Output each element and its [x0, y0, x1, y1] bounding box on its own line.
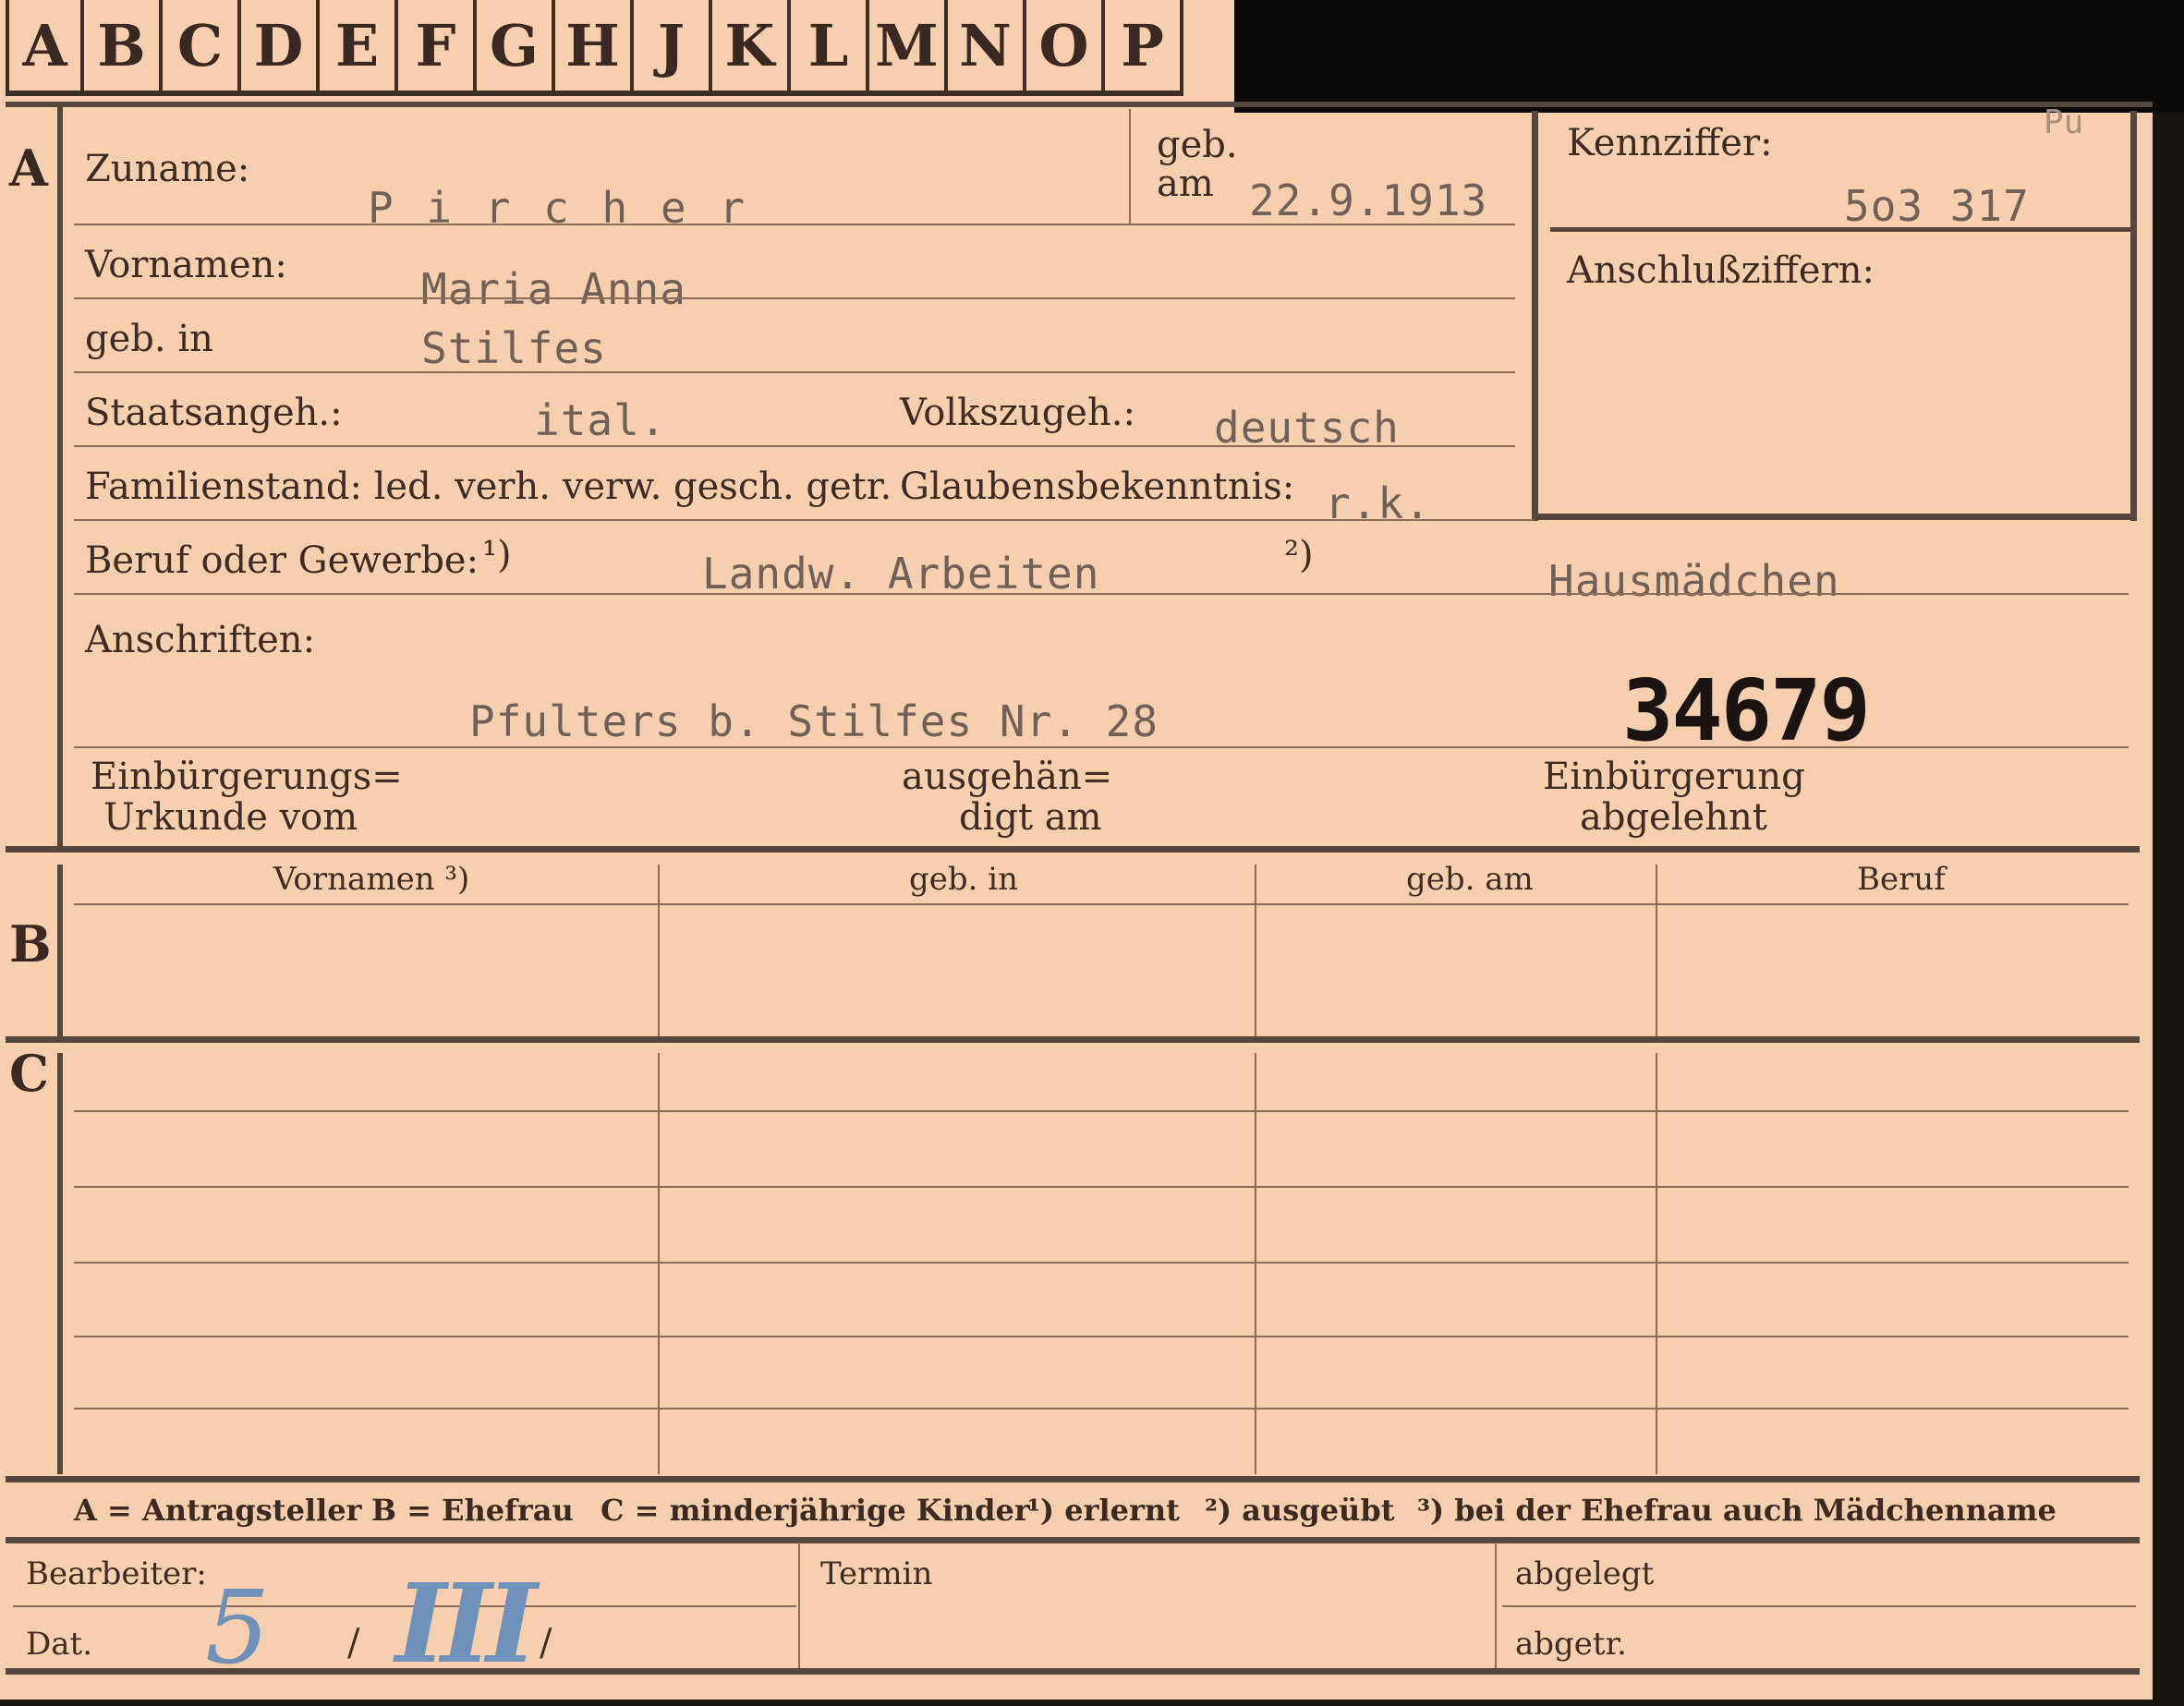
anschlussziffern-label: Anschlußziffern:: [1567, 249, 1875, 292]
alphabet-tab-k: K: [712, 0, 791, 96]
staatsangeh-label: Staatsangeh.:: [85, 392, 343, 434]
abgetr-label: abgetr.: [1515, 1626, 1627, 1663]
ausgehaendigt-line2: digt am: [959, 796, 1102, 839]
table-b-header-geb-am: geb. am: [1406, 861, 1534, 898]
beruf-value-1: Landw. Arbeiten: [702, 549, 1100, 599]
legend-note-1: ¹) erlernt: [1027, 1493, 1180, 1528]
staatsangeh-value: ital.: [534, 395, 667, 445]
einbuergerung-abgelehnt-line2: abgelehnt: [1580, 796, 1767, 839]
dat-separator-1: /: [347, 1622, 360, 1664]
alphabet-tab-g: G: [477, 0, 555, 96]
scan-background-corner: [1234, 0, 2184, 113]
alphabet-tab-f: F: [398, 0, 477, 96]
familienstand-label: Familienstand: led. verh. verw. gesch. g…: [85, 466, 892, 508]
anschriften-value: Pfulters b. Stilfes Nr. 28: [469, 696, 1159, 746]
kennziffer-box-bottom: [1532, 514, 2136, 520]
alphabet-tab-m: M: [869, 0, 948, 96]
dat-separator-2: /: [540, 1622, 552, 1664]
geb-label: geb.: [1157, 124, 1238, 166]
anschriften-label: Anschriften:: [85, 619, 316, 661]
kennziffer-label: Kennziffer:: [1567, 122, 1773, 164]
volkszugeh-label: Volkszugeh.:: [900, 392, 1135, 434]
termin-label: Termin: [820, 1555, 933, 1592]
legend-c: C = minderjährige Kinder: [601, 1493, 1030, 1528]
geb-am-value: 22.9.1913: [1249, 175, 1488, 225]
table-b-header-geb-in: geb. in: [909, 861, 1019, 898]
glaubensbekenntnis-label: Glaubensbekenntnis:: [900, 466, 1295, 508]
alphabet-tab-j: J: [634, 0, 712, 96]
kennziffer-note: Pu: [2044, 103, 2084, 141]
beruf-mark-1: ¹): [482, 534, 512, 576]
geb-in-label: geb. in: [85, 318, 213, 360]
legend-top-rule: [6, 1476, 2140, 1482]
kennziffer-box-right: [2130, 111, 2137, 521]
footer-bottom-rule: [6, 1668, 2140, 1675]
legend-a: A = Antragsteller: [74, 1493, 362, 1528]
top-rule: [6, 102, 2153, 107]
table-b-header-vornamen: Vornamen ³): [273, 861, 470, 898]
zuname-label: Zuname:: [85, 148, 250, 190]
alphabet-tab-d: D: [241, 0, 320, 96]
alphabet-tab-e: E: [320, 0, 398, 96]
ausgehaendigt-line1: ausgehän=: [902, 756, 1113, 798]
bearbeiter-label: Bearbeiter:: [26, 1555, 207, 1592]
vornamen-value: Maria Anna: [421, 264, 686, 314]
abgelegt-label: abgelegt: [1515, 1555, 1655, 1592]
alphabet-tab-b: B: [84, 0, 163, 96]
section-b-letter: B: [9, 914, 52, 974]
legend-note-2: ²) ausgeübt: [1205, 1493, 1395, 1528]
einbuergerung-abgelehnt-line1: Einbürgerung: [1543, 756, 1805, 798]
alphabet-tab-h: H: [555, 0, 634, 96]
alphabet-tabs: ABCDEFGHJKLMNOP: [6, 0, 1183, 103]
beruf-label: Beruf oder Gewerbe:: [85, 539, 479, 582]
vornamen-label: Vornamen:: [85, 244, 287, 286]
legend-note-3: ³) bei der Ehefrau auch Mädchenname: [1417, 1493, 2057, 1528]
registration-card: ABCDEFGHJKLMNOP A Zuname: P i r c h e r …: [0, 0, 2184, 1700]
alphabet-tab-p: P: [1105, 0, 1183, 96]
legend-b: B = Ehefrau: [371, 1493, 574, 1528]
alphabet-tab-l: L: [791, 0, 869, 96]
geb-in-value: Stilfes: [421, 323, 607, 373]
section-b-top-rule: [6, 846, 2140, 853]
geb-divider: [1129, 109, 1131, 225]
beruf-mark-2: ²): [1284, 534, 1314, 576]
beruf-value-2: Hausmädchen: [1548, 556, 1840, 606]
einbuergerungs-urkunde-line2: Urkunde vom: [103, 796, 358, 839]
alphabet-tab-a: A: [6, 0, 84, 96]
alphabet-tab-n: N: [948, 0, 1026, 96]
table-b-header-beruf: Beruf: [1857, 861, 1946, 898]
alphabet-tab-c: C: [163, 0, 241, 96]
section-c-letter: C: [9, 1044, 49, 1103]
am-label: am: [1157, 163, 1214, 205]
alphabet-tab-o: O: [1026, 0, 1105, 96]
dat-label: Dat.: [26, 1626, 93, 1663]
footer-top-rule: [6, 1537, 2140, 1543]
einbuergerungs-urkunde-line1: Einbürgerungs=: [91, 756, 403, 798]
kennziffer-value: 5o3 317: [1844, 181, 2030, 231]
section-a-letter: A: [9, 139, 48, 198]
section-c-top-rule: [6, 1036, 2140, 1043]
kennziffer-box-left: [1532, 111, 1538, 521]
stamp-number: 34679: [1622, 661, 1871, 760]
section-a-left-rule: [57, 107, 63, 846]
